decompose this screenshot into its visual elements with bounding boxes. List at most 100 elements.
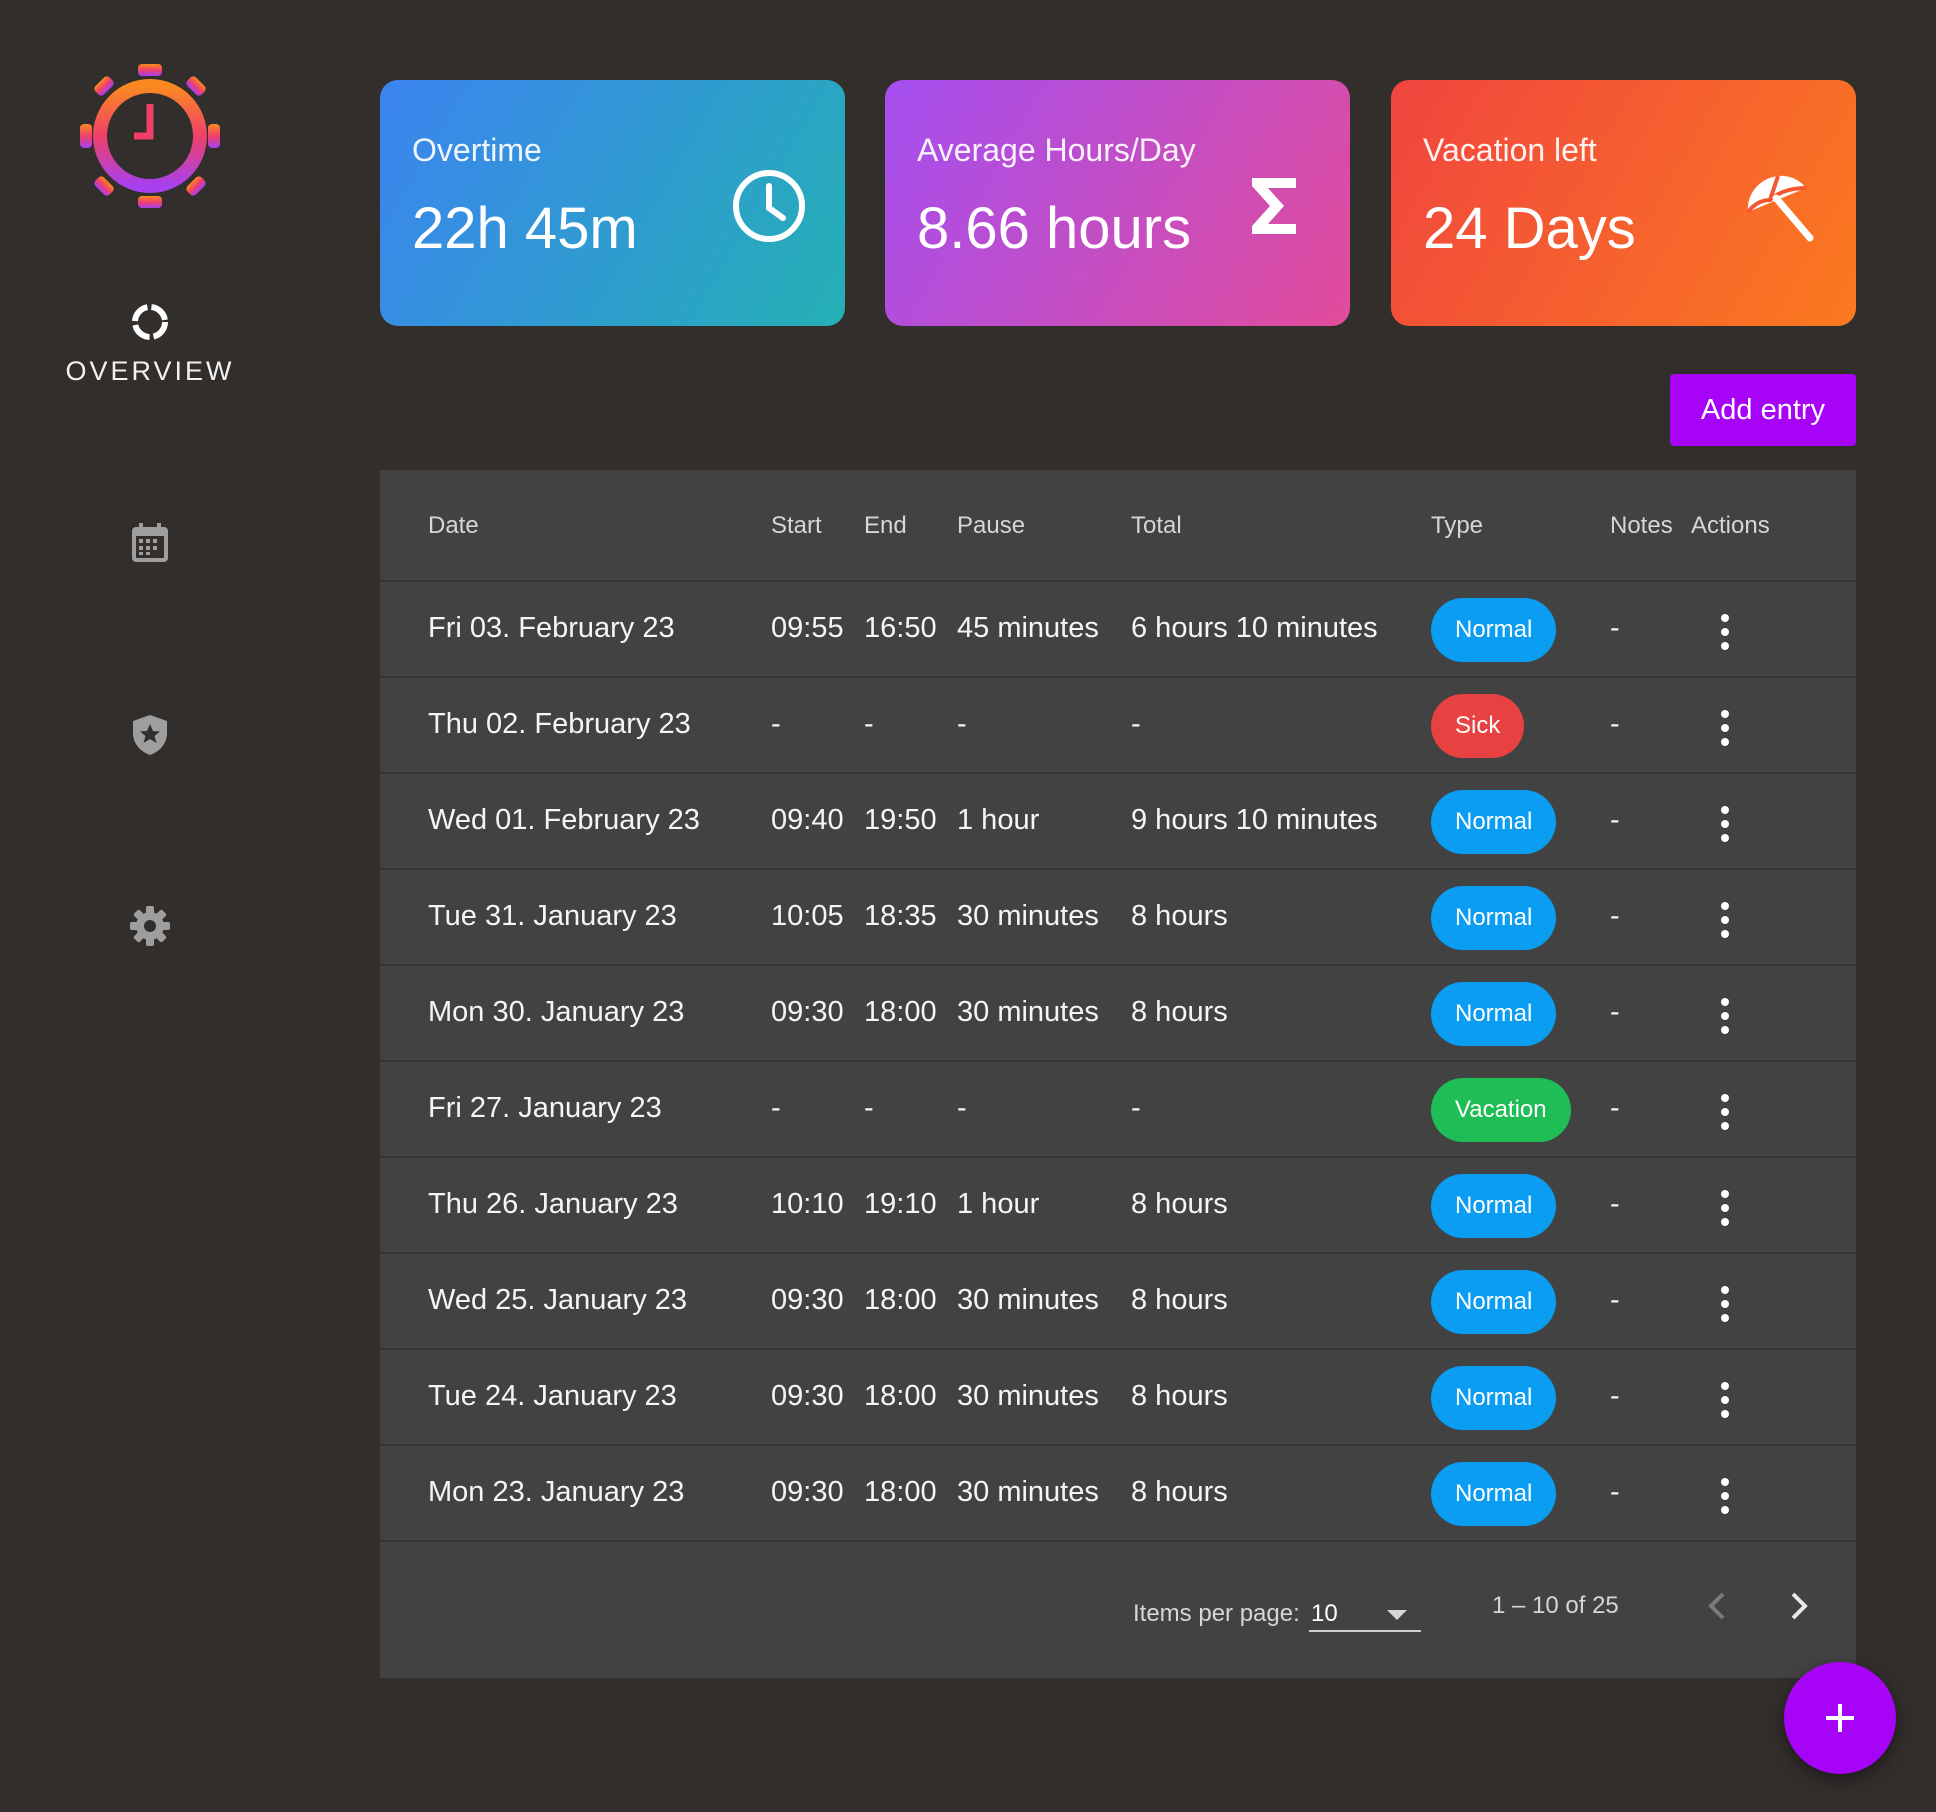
cell-date: Wed 25. January 23	[428, 1284, 688, 1316]
header-date[interactable]: Date	[428, 512, 479, 540]
previous-page-button[interactable]	[1698, 1586, 1738, 1626]
cell-date: Thu 26. January 23	[428, 1188, 678, 1220]
more-actions-icon[interactable]	[1708, 1188, 1742, 1228]
cell-total: 8 hours	[1131, 996, 1228, 1028]
cell-start: -	[771, 708, 781, 740]
header-end[interactable]: End	[864, 512, 907, 540]
sidebar-item-settings[interactable]	[120, 898, 180, 958]
cell-total: 8 hours	[1131, 1476, 1228, 1508]
type-badge: Sick	[1431, 694, 1525, 758]
cell-pause: 30 minutes	[957, 1284, 1099, 1316]
table-row[interactable]: Mon 23. January 23 09:30 18:00 30 minute…	[380, 1446, 1856, 1542]
more-actions-icon[interactable]	[1708, 996, 1742, 1036]
type-badge: Normal	[1431, 982, 1557, 1046]
cell-total: 8 hours	[1131, 1188, 1228, 1220]
average-hours-card: Average Hours/Day 8.66 hours	[885, 80, 1350, 326]
cell-start: 09:55	[771, 612, 844, 644]
chevron-left-icon	[1708, 1592, 1725, 1620]
cell-end: 16:50	[864, 612, 937, 644]
cell-total: 8 hours	[1131, 1284, 1228, 1316]
table-row[interactable]: Fri 03. February 23 09:55 16:50 45 minut…	[380, 582, 1856, 678]
cell-total: -	[1131, 708, 1141, 740]
app-root: OVERVIEW Overtime 22h 45m Average Hours/…	[0, 0, 1936, 1812]
header-type[interactable]: Type	[1431, 512, 1483, 540]
cell-end: -	[864, 708, 874, 740]
cell-notes: -	[1610, 804, 1620, 836]
paginator: Items per page: 10 1 – 10 of 25	[380, 1550, 1856, 1678]
header-start[interactable]: Start	[771, 512, 822, 540]
table-row[interactable]: Mon 30. January 23 09:30 18:00 30 minute…	[380, 966, 1856, 1062]
add-fab-button[interactable]	[1784, 1662, 1896, 1774]
cell-end: 19:50	[864, 804, 937, 836]
cell-date: Tue 31. January 23	[428, 900, 677, 932]
more-actions-icon[interactable]	[1708, 612, 1742, 652]
cell-end: 18:35	[864, 900, 937, 932]
type-badge: Normal	[1431, 1462, 1557, 1526]
cell-start: 10:10	[771, 1188, 844, 1220]
cell-date: Mon 30. January 23	[428, 996, 685, 1028]
cell-start: 10:05	[771, 900, 844, 932]
cell-end: 18:00	[864, 1476, 937, 1508]
cell-end: 18:00	[864, 996, 937, 1028]
header-notes: Notes	[1610, 512, 1673, 539]
entries-table: Date Start End Pause Total Type Notes Ac…	[380, 470, 1856, 1678]
next-page-button[interactable]	[1778, 1586, 1818, 1626]
type-badge: Normal	[1431, 1270, 1557, 1334]
type-badge: Normal	[1431, 1366, 1557, 1430]
cell-pause: 45 minutes	[957, 612, 1099, 644]
cell-end: 19:10	[864, 1188, 937, 1220]
sidebar-item-overview[interactable]: OVERVIEW	[40, 300, 260, 387]
gear-icon	[128, 904, 172, 953]
table-row[interactable]: Thu 26. January 23 10:10 19:10 1 hour 8 …	[380, 1158, 1856, 1254]
type-badge: Normal	[1431, 1174, 1557, 1238]
more-actions-icon[interactable]	[1708, 1380, 1742, 1420]
cell-start: 09:30	[771, 1476, 844, 1508]
cell-notes: -	[1610, 1476, 1620, 1508]
table-row[interactable]: Tue 24. January 23 09:30 18:00 30 minute…	[380, 1350, 1856, 1446]
sigma-icon	[1234, 166, 1314, 246]
cell-start: -	[771, 1092, 781, 1124]
clock-icon	[729, 166, 809, 246]
more-actions-icon[interactable]	[1708, 804, 1742, 844]
cell-notes: -	[1610, 612, 1620, 644]
dropdown-caret-icon	[1387, 1610, 1407, 1620]
table-header: Date Start End Pause Total Type Notes Ac…	[380, 470, 1856, 582]
sidebar-item-shield[interactable]	[120, 707, 180, 767]
clock-gear-logo-icon[interactable]	[78, 62, 222, 210]
plus-icon	[1826, 1704, 1854, 1732]
cell-start: 09:40	[771, 804, 844, 836]
type-badge: Vacation	[1431, 1078, 1571, 1142]
cell-pause: 30 minutes	[957, 996, 1099, 1028]
cell-notes: -	[1610, 996, 1620, 1028]
cell-pause: 30 minutes	[957, 900, 1099, 932]
shield-star-icon	[131, 713, 169, 762]
table-row[interactable]: Tue 31. January 23 10:05 18:35 30 minute…	[380, 870, 1856, 966]
table-row[interactable]: Thu 02. February 23 - - - - Sick -	[380, 678, 1856, 774]
more-actions-icon[interactable]	[1708, 1092, 1742, 1132]
table-row[interactable]: Wed 01. February 23 09:40 19:50 1 hour 9…	[380, 774, 1856, 870]
add-entry-button[interactable]: Add entry	[1670, 374, 1856, 446]
header-actions: Actions	[1691, 512, 1770, 539]
cell-notes: -	[1610, 900, 1620, 932]
cell-start: 09:30	[771, 1380, 844, 1412]
more-actions-icon[interactable]	[1708, 708, 1742, 748]
chevron-right-icon	[1791, 1592, 1808, 1620]
items-per-page-value: 10	[1311, 1600, 1338, 1627]
table-row[interactable]: Fri 27. January 23 - - - - Vacation -	[380, 1062, 1856, 1158]
cell-total: 6 hours 10 minutes	[1131, 612, 1378, 644]
average-hours-title: Average Hours/Day	[917, 132, 1196, 168]
type-badge: Normal	[1431, 598, 1557, 662]
overtime-title: Overtime	[412, 132, 542, 168]
cell-date: Mon 23. January 23	[428, 1476, 685, 1508]
cell-pause: -	[957, 708, 967, 740]
sidebar-item-calendar[interactable]	[120, 515, 180, 575]
cell-pause: -	[957, 1092, 967, 1124]
more-actions-icon[interactable]	[1708, 1284, 1742, 1324]
more-actions-icon[interactable]	[1708, 900, 1742, 940]
more-actions-icon[interactable]	[1708, 1476, 1742, 1516]
table-row[interactable]: Wed 25. January 23 09:30 18:00 30 minute…	[380, 1254, 1856, 1350]
header-pause[interactable]: Pause	[957, 512, 1025, 540]
vacation-card: Vacation left 24 Days	[1391, 80, 1856, 326]
header-total[interactable]: Total	[1131, 512, 1182, 540]
items-per-page-select[interactable]: 10	[1309, 1590, 1421, 1632]
